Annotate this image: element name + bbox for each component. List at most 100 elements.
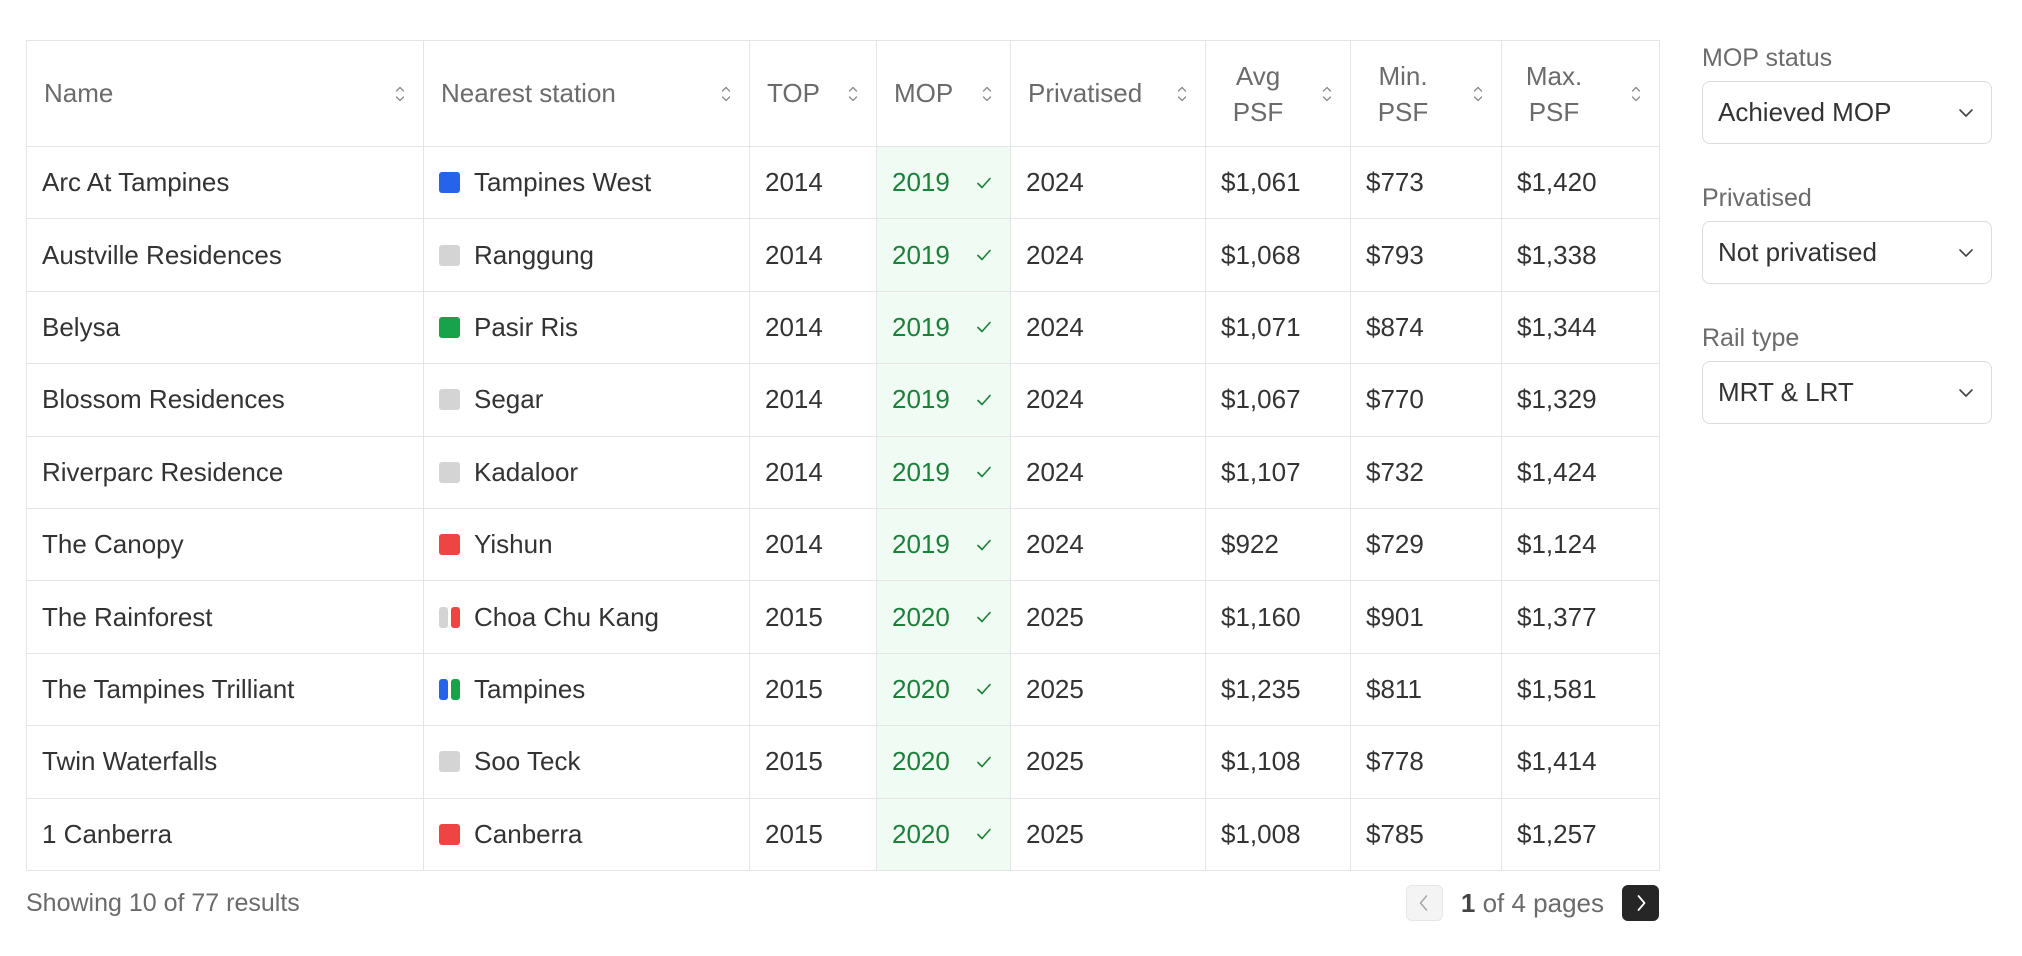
sort-icon[interactable] (393, 83, 407, 105)
cell-privatised: 2025 (1010, 580, 1206, 654)
cell-min-psf: $770 (1350, 363, 1502, 437)
select-value: Not privatised (1718, 237, 1877, 267)
chevron-down-icon (1959, 108, 1973, 117)
column-header-privatised[interactable]: Privatised (1010, 40, 1206, 147)
filters-panel: MOP status Achieved MOP Privatised Not p… (1702, 40, 1992, 460)
cell-name: The Rainforest (26, 580, 424, 654)
line-color-swatch (451, 678, 460, 700)
table-row[interactable]: Austville Residences Ranggung 2014 2019 2024… (26, 218, 1660, 292)
table-row[interactable]: Belysa Pasir Ris 2014 2019 2024 $1,071 $874 $1,… (26, 290, 1660, 365)
column-header-name[interactable]: Name (26, 40, 424, 147)
cell-station: Yishun (423, 507, 750, 582)
sort-icon[interactable] (1629, 83, 1643, 105)
sort-icon[interactable] (980, 83, 994, 105)
cell-max-psf: $1,414 (1501, 725, 1660, 799)
cell-avg-psf: $1,107 (1205, 435, 1351, 509)
column-label: Max. PSF (1525, 60, 1583, 127)
table-row[interactable]: Riverparc Residence Kadaloor 2014 2019 2024 $… (26, 435, 1660, 509)
chevron-left-icon (1420, 895, 1428, 911)
column-header-station[interactable]: Nearest station (423, 40, 750, 147)
privatised-select[interactable]: Not privatised (1702, 221, 1992, 284)
cell-mop: 2020 (876, 580, 1011, 654)
column-header-mop[interactable]: MOP (876, 40, 1011, 147)
cell-avg-psf: $1,160 (1205, 580, 1351, 654)
check-icon (975, 174, 993, 192)
cell-min-psf: $811 (1350, 652, 1502, 727)
cell-station: Soo Teck (423, 725, 750, 799)
cell-min-psf: $874 (1350, 290, 1502, 365)
cell-privatised: 2024 (1010, 218, 1206, 292)
sort-icon[interactable] (1175, 83, 1189, 105)
sort-icon[interactable] (1471, 83, 1485, 105)
pagination: 1 of 4 pages (1405, 885, 1659, 921)
rail-line-icon (439, 389, 460, 411)
column-header-avg-psf[interactable]: Avg PSF (1205, 40, 1351, 147)
cell-min-psf: $785 (1350, 797, 1502, 871)
cell-station: Segar (423, 363, 750, 437)
cell-name: The Canopy (26, 507, 424, 582)
station-name: Kadaloor (474, 456, 579, 487)
cell-max-psf: $1,424 (1501, 435, 1660, 509)
rail-line-icon (439, 316, 460, 338)
line-color-swatch (439, 389, 460, 411)
chevron-down-icon (1959, 388, 1973, 397)
line-color-swatch (439, 823, 460, 845)
rail-type-select[interactable]: MRT & LRT (1702, 361, 1992, 424)
cell-name: Riverparc Residence (26, 435, 424, 509)
cell-name: The Tampines Trilliant (26, 652, 424, 727)
station-name: Soo Teck (474, 746, 581, 777)
cell-max-psf: $1,329 (1501, 363, 1660, 437)
line-color-swatch (439, 172, 460, 194)
column-header-top[interactable]: TOP (749, 40, 877, 147)
cell-privatised: 2024 (1010, 363, 1206, 437)
column-header-max-psf[interactable]: Max. PSF (1501, 40, 1660, 147)
line-color-swatch (439, 606, 448, 628)
station-name: Ranggung (474, 239, 594, 270)
cell-name: Blossom Residences (26, 363, 424, 437)
sort-icon[interactable] (719, 83, 733, 105)
table-row[interactable]: Blossom Residences Segar 2014 2019 2024 $1,06… (26, 363, 1660, 437)
check-icon (975, 753, 993, 771)
cell-avg-psf: $1,008 (1205, 797, 1351, 871)
cell-station: Tampines (423, 652, 750, 727)
line-color-swatch (439, 678, 448, 700)
filter-label: Privatised (1702, 184, 1812, 212)
table-row[interactable]: Twin Waterfalls Soo Teck 2015 2020 2025 $1,10… (26, 725, 1660, 799)
table-row[interactable]: Arc At Tampines Tampines West 2014 2019 2024… (26, 145, 1660, 220)
station-name: Tampines (474, 673, 586, 704)
table-body: Arc At Tampines Tampines West 2014 2019 2024… (26, 145, 1660, 871)
column-header-min-psf[interactable]: Min. PSF (1350, 40, 1502, 147)
line-color-swatch (439, 751, 460, 773)
next-page-button[interactable] (1622, 885, 1659, 921)
cell-min-psf: $729 (1350, 507, 1502, 582)
check-icon (975, 608, 993, 626)
cell-avg-psf: $1,071 (1205, 290, 1351, 365)
check-icon (975, 246, 993, 264)
cell-min-psf: $732 (1350, 435, 1502, 509)
table-row[interactable]: The Canopy Yishun 2014 2019 2024 $922 $729 $1,1… (26, 507, 1660, 582)
station-name: Segar (474, 384, 544, 415)
sort-icon[interactable] (846, 83, 860, 105)
mop-year: 2020 (892, 746, 950, 777)
rail-line-icon (439, 823, 460, 845)
table-row[interactable]: The Rainforest Choa Chu Kang 2015 2020 2025 $… (26, 580, 1660, 654)
check-icon (975, 825, 993, 843)
table-row[interactable]: 1 Canberra Canberra 2015 2020 2025 $1,008 $785… (26, 797, 1660, 871)
table-header-row: Name Nearest station TOP MOP Privatised Avg P… (26, 40, 1660, 147)
page-indicator: 1 of 4 pages (1461, 888, 1604, 919)
cell-name: Austville Residences (26, 218, 424, 292)
cell-top: 2014 (749, 363, 877, 437)
station-name: Canberra (474, 818, 583, 849)
table-row[interactable]: The Tampines Trilliant Tampines 2015 2020 20… (26, 652, 1660, 727)
cell-mop: 2020 (876, 652, 1011, 727)
previous-page-button[interactable] (1405, 885, 1443, 921)
rail-line-icon (439, 678, 460, 700)
mop-year: 2019 (892, 529, 950, 560)
cell-top: 2014 (749, 218, 877, 292)
condo-table: Name Nearest station TOP MOP Privatised Avg P… (26, 40, 1660, 871)
mop-status-select[interactable]: Achieved MOP (1702, 81, 1992, 144)
check-icon (975, 391, 993, 409)
station-name: Tampines West (474, 167, 652, 198)
sort-icon[interactable] (1320, 83, 1334, 105)
rail-line-icon (439, 244, 460, 266)
